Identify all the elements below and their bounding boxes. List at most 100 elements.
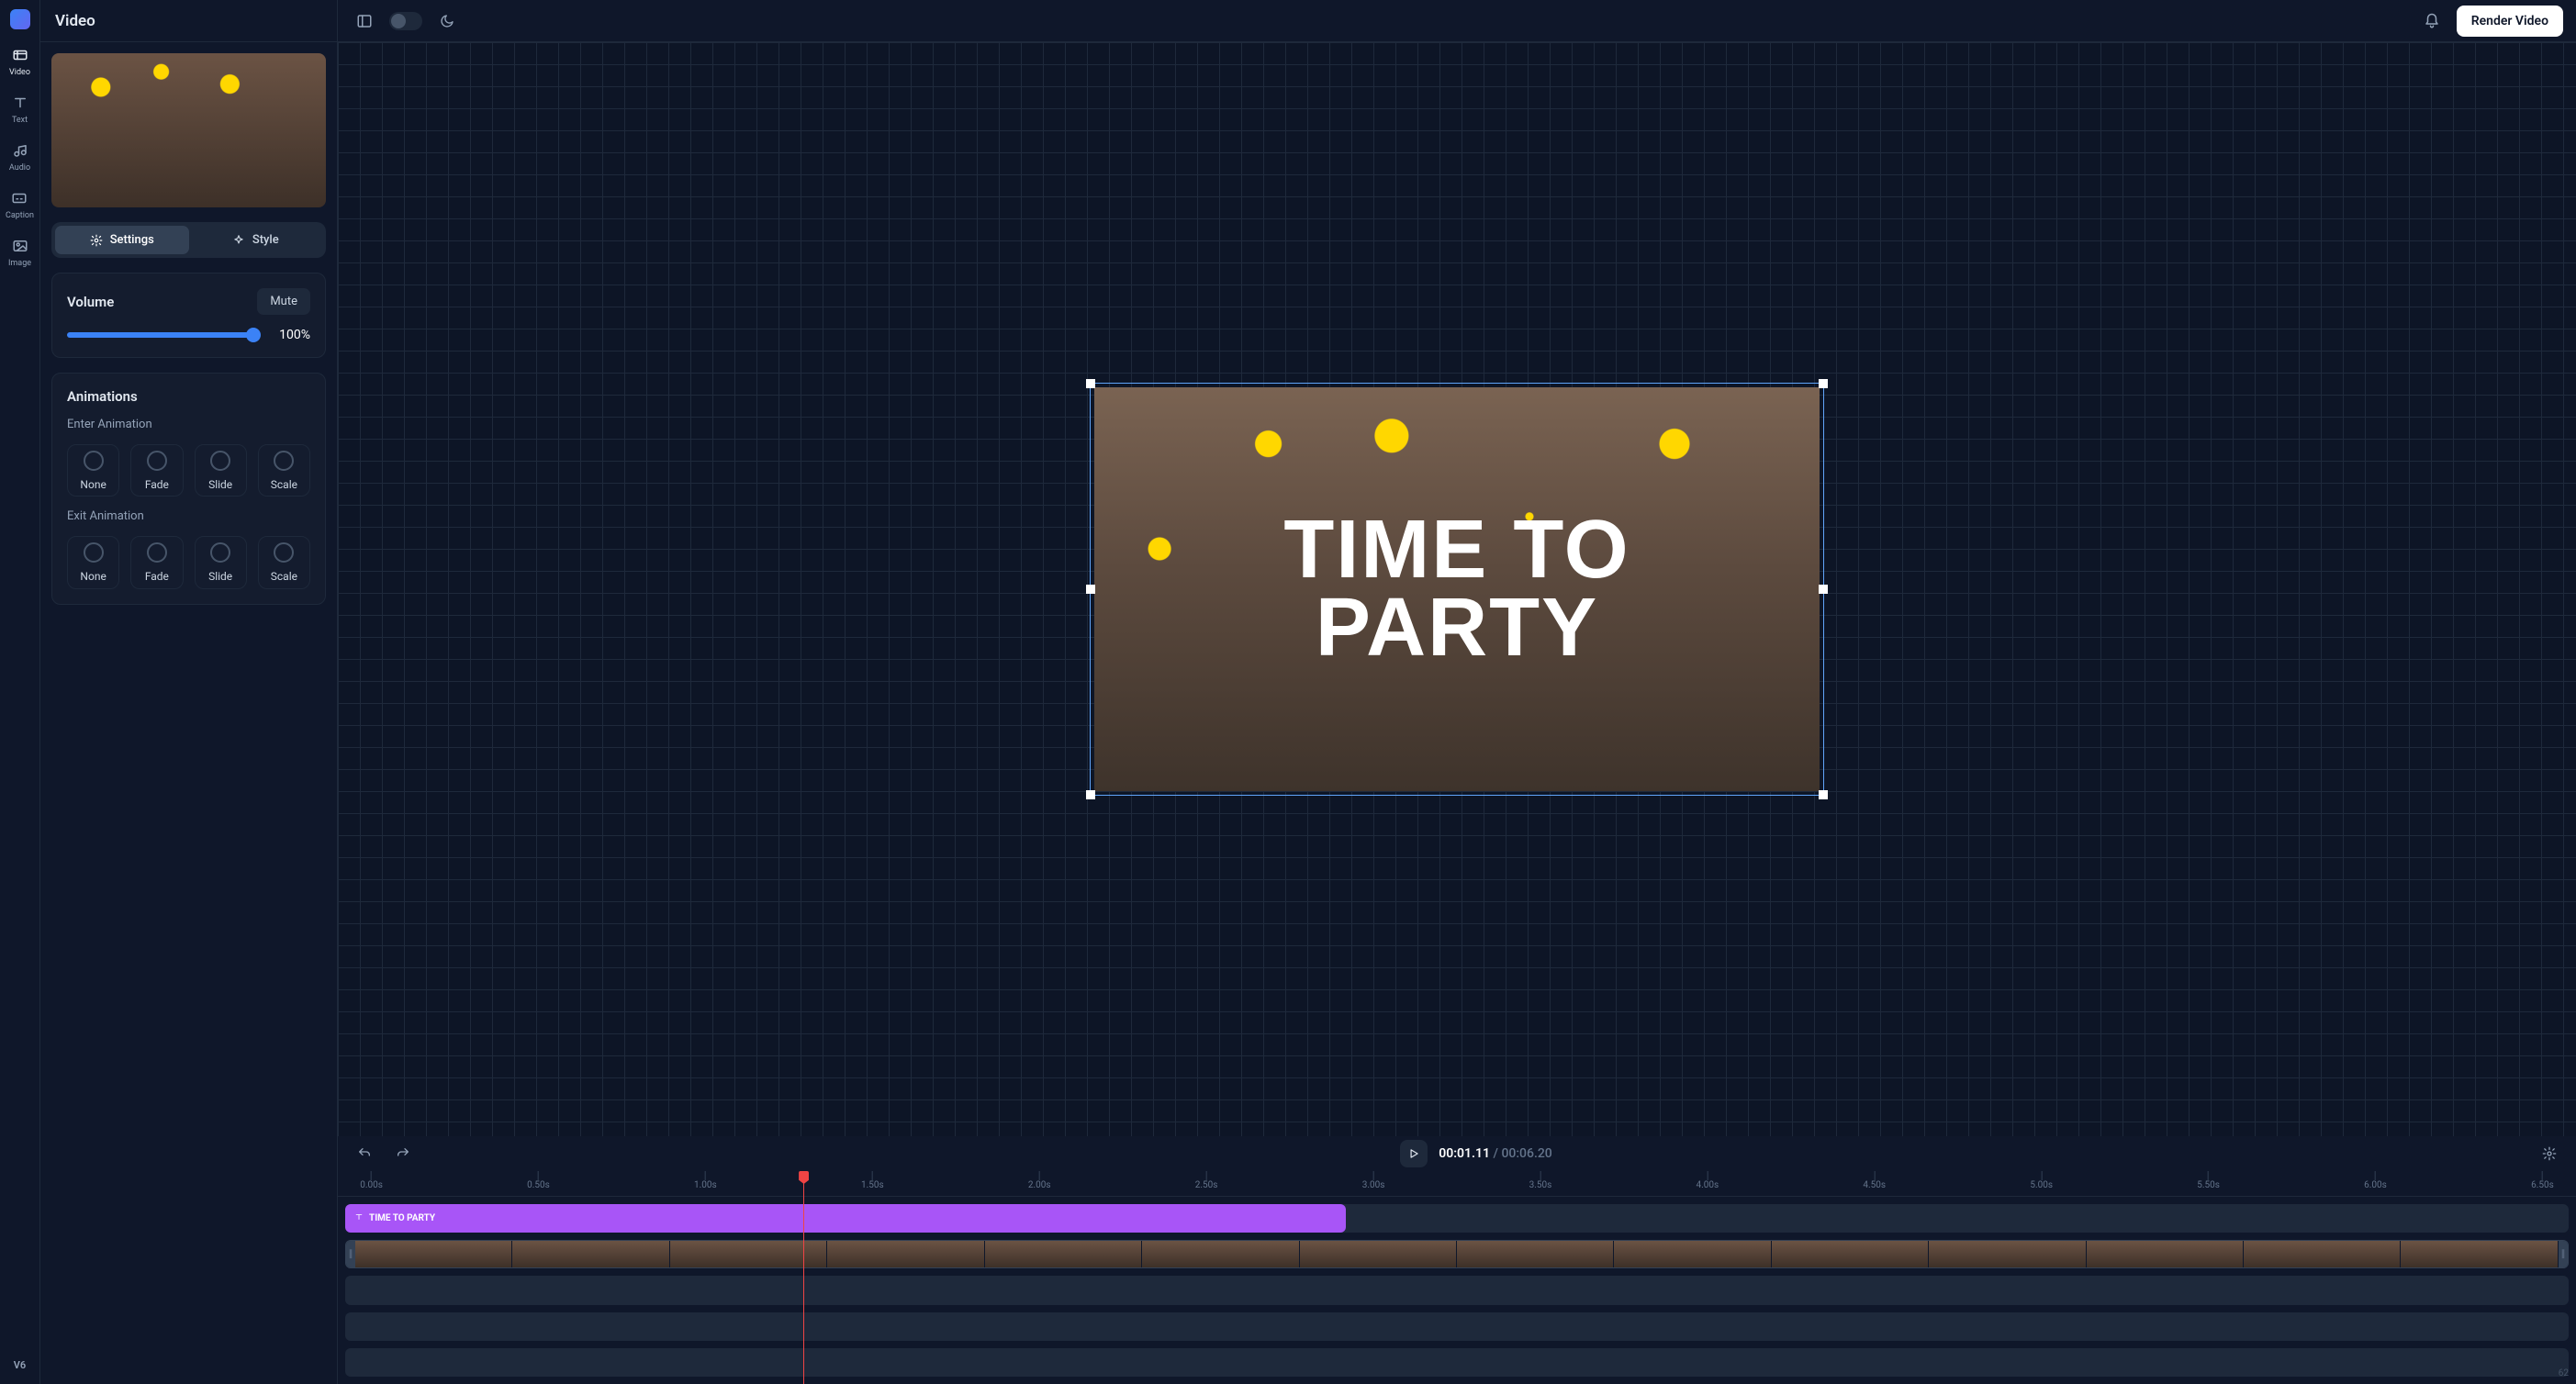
time-display: 00:01.11 / 00:06.20 <box>1439 1146 1552 1161</box>
zoom-label: 62 <box>2559 1368 2569 1378</box>
anim-enter-scale[interactable]: Scale <box>258 444 310 497</box>
anim-enter-fade[interactable]: Fade <box>130 444 183 497</box>
clip-right-grip[interactable]: ∥ <box>2559 1241 2568 1267</box>
rail-item-caption[interactable]: Caption <box>6 189 34 220</box>
tab-label: Settings <box>110 233 154 247</box>
settings-button[interactable] <box>2536 1140 2563 1167</box>
anim-enter-none[interactable]: None <box>67 444 119 497</box>
moon-icon <box>433 7 461 35</box>
rail-label: Text <box>12 116 28 125</box>
rail-item-image[interactable]: Image <box>8 237 31 268</box>
app-logo <box>10 9 30 29</box>
volume-value: 100% <box>272 328 310 342</box>
rail-item-audio[interactable]: Audio <box>9 141 30 173</box>
time-duration: 00:06.20 <box>1501 1146 1551 1161</box>
image-icon <box>11 237 29 255</box>
rail-item-text[interactable]: Text <box>11 94 29 125</box>
ruler-tick: 6.50s <box>2531 1171 2554 1190</box>
undo-button[interactable] <box>351 1140 378 1167</box>
mute-button[interactable]: Mute <box>257 288 310 315</box>
tab-label: Style <box>252 233 279 247</box>
ruler-tick: 1.00s <box>694 1171 717 1190</box>
track-empty[interactable] <box>345 1276 2569 1304</box>
text-clip[interactable]: TIME TO PARTY <box>345 1204 1346 1233</box>
resize-handle[interactable] <box>1819 585 1828 594</box>
bell-icon[interactable] <box>2418 7 2446 35</box>
frame-thumb <box>827 1241 984 1267</box>
theme-toggle[interactable] <box>389 12 422 30</box>
settings-style-tabs: Settings Style <box>51 222 326 258</box>
slider-knob[interactable] <box>246 328 261 342</box>
tab-settings[interactable]: Settings <box>55 226 189 254</box>
playhead[interactable] <box>803 1171 804 1384</box>
inspector-panel: Video Settings Style Volume Mute <box>40 0 338 1384</box>
tab-style[interactable]: Style <box>189 226 323 254</box>
exit-anim-label: Exit Animation <box>67 509 310 523</box>
frame-thumb <box>2244 1241 2401 1267</box>
anim-exit-none[interactable]: None <box>67 536 119 588</box>
frame-thumb <box>2401 1241 2558 1267</box>
anim-enter-slide[interactable]: Slide <box>195 444 247 497</box>
ruler-tick: 5.00s <box>2030 1171 2053 1190</box>
frame-thumb <box>1300 1241 1457 1267</box>
topbar: Render Video <box>338 0 2576 42</box>
rail-item-video[interactable]: Video <box>9 46 30 77</box>
clip-thumbnail[interactable] <box>51 53 326 207</box>
timeline: 0.00s0.50s1.00s1.50s2.00s2.50s3.00s3.50s… <box>338 1171 2576 1384</box>
redo-button[interactable] <box>389 1140 417 1167</box>
ruler-tick: 3.00s <box>1362 1171 1385 1190</box>
play-button[interactable] <box>1400 1140 1428 1167</box>
render-button[interactable]: Render Video <box>2457 6 2563 37</box>
anim-exit-fade[interactable]: Fade <box>130 536 183 588</box>
anim-exit-slide[interactable]: Slide <box>195 536 247 588</box>
ruler[interactable]: 0.00s0.50s1.00s1.50s2.00s2.50s3.00s3.50s… <box>338 1171 2576 1197</box>
ruler-tick: 4.00s <box>1697 1171 1719 1190</box>
volume-card: Volume Mute 100% <box>51 273 326 358</box>
text-clip-label: TIME TO PARTY <box>369 1213 435 1223</box>
ruler-tick: 2.00s <box>1028 1171 1051 1190</box>
frame-thumb <box>2087 1241 2244 1267</box>
enter-anim-grid: None Fade Slide Scale <box>67 444 310 497</box>
track-video[interactable]: ∥ ∥ <box>345 1240 2569 1268</box>
exit-anim-grid: None Fade Slide Scale <box>67 536 310 588</box>
video-frame[interactable]: TIME TO PARTY <box>1090 383 1824 796</box>
frame-thumb <box>1142 1241 1299 1267</box>
ruler-tick: 0.50s <box>527 1171 550 1190</box>
canvas-area[interactable]: TIME TO PARTY <box>338 42 2576 1136</box>
caption-icon <box>10 189 28 207</box>
resize-handle[interactable] <box>1086 379 1095 388</box>
animations-title: Animations <box>67 388 310 405</box>
rail-label: Video <box>9 68 30 77</box>
rail-label: Audio <box>9 163 30 173</box>
video-clip[interactable]: ∥ ∥ <box>345 1240 2569 1268</box>
resize-handle[interactable] <box>1819 379 1828 388</box>
resize-handle[interactable] <box>1819 790 1828 799</box>
resize-handle[interactable] <box>1086 585 1095 594</box>
volume-label: Volume <box>67 294 114 310</box>
anim-exit-scale[interactable]: Scale <box>258 536 310 588</box>
nav-rail: Video Text Audio Caption Image V6 <box>0 0 40 1384</box>
panel-title: Video <box>40 0 337 42</box>
track-text[interactable]: TIME TO PARTY <box>345 1204 2569 1233</box>
frame-thumb <box>985 1241 1142 1267</box>
frame-thumb <box>1614 1241 1771 1267</box>
track-empty[interactable] <box>345 1312 2569 1341</box>
time-current: 00:01.11 <box>1439 1146 1490 1161</box>
track-empty[interactable] <box>345 1348 2569 1377</box>
caption-overlay[interactable]: TIME TO PARTY <box>1094 387 1820 791</box>
volume-slider[interactable] <box>67 332 259 338</box>
text-icon <box>354 1212 364 1224</box>
sparkle-icon <box>232 234 245 247</box>
gear-icon <box>90 234 103 247</box>
toggle-sidebar-button[interactable] <box>351 7 378 35</box>
frame-thumb <box>355 1241 512 1267</box>
resize-handle[interactable] <box>1086 790 1095 799</box>
ruler-tick: 1.50s <box>861 1171 884 1190</box>
audio-icon <box>11 141 29 160</box>
enter-anim-label: Enter Animation <box>67 418 310 431</box>
ruler-tick: 0.00s <box>360 1171 383 1190</box>
frame-thumb <box>1929 1241 2086 1267</box>
ruler-tick: 3.50s <box>1529 1171 1552 1190</box>
clip-left-grip[interactable]: ∥ <box>346 1241 355 1267</box>
frame-thumb <box>512 1241 669 1267</box>
